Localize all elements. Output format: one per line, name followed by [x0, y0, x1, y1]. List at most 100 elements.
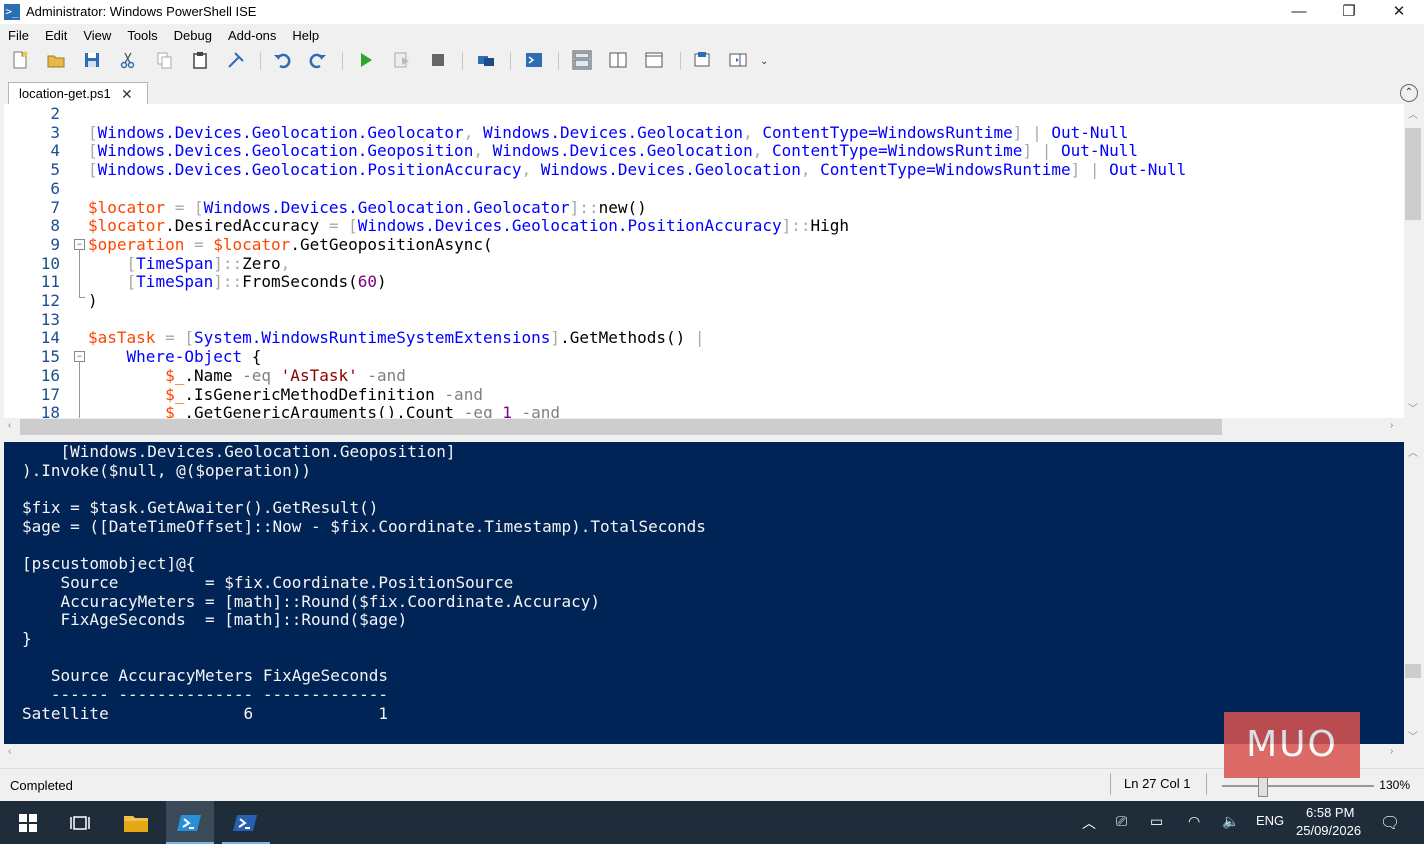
line-number: 7 [50, 197, 60, 217]
window-title: Administrator: Windows PowerShell ISE [26, 4, 257, 19]
battery-icon[interactable]: ▭ [1150, 813, 1163, 830]
powershell-ise-icon[interactable] [166, 801, 214, 844]
tab-label: location-get.ps1 [19, 86, 111, 101]
menu-file[interactable]: File [0, 26, 37, 46]
menu-edit[interactable]: Edit [37, 26, 75, 46]
powershell-ise-app-icon: >_ [4, 4, 20, 20]
show-hidden-icons-icon[interactable]: ︿ [1082, 813, 1096, 833]
console-vertical-scrollbar[interactable]: ︿ ﹀ [1404, 442, 1422, 744]
console-pane[interactable]: [Windows.Devices.Geolocation.Geoposition… [4, 442, 1404, 744]
powershell-icon[interactable] [222, 801, 270, 844]
line-number: 15 [40, 347, 60, 367]
menu-debug[interactable]: Debug [166, 26, 220, 46]
code-line-8: $locator.DesiredAccuracy = [Windows.Devi… [88, 216, 850, 236]
zoom-level: 130% [1379, 778, 1410, 792]
touch-keyboard-icon[interactable]: ⎚ [1116, 813, 1127, 830]
zoom-slider[interactable] [1222, 785, 1374, 787]
line-number: 4 [50, 141, 60, 161]
code-line-17: $_.IsGenericMethodDefinition -and [165, 384, 483, 404]
code-line-10: [TimeSpan]::Zero, [126, 253, 291, 273]
taskbar: ︿ ⎚ ▭ ◠ 🔈 ENG 6:58 PM 25/09/2026 🗨 [0, 801, 1424, 844]
console-line: AccuracyMeters = [math]::Round($fix.Coor… [22, 591, 600, 611]
status-text: Completed [10, 778, 73, 793]
fold-toggle-icon[interactable]: − [74, 239, 85, 250]
new-file-icon[interactable] [10, 50, 30, 70]
status-divider [1110, 773, 1111, 795]
editor-vertical-scroll-thumb[interactable] [1405, 128, 1421, 220]
notifications-icon[interactable]: 🗨 [1380, 813, 1400, 833]
console-horizontal-scrollbar[interactable]: ‹ › [4, 744, 1404, 762]
clock-date[interactable]: 25/09/2026 [1296, 823, 1361, 838]
run-script-icon[interactable] [356, 50, 376, 70]
menu-bar: File Edit View Tools Debug Add-ons Help [0, 26, 1424, 46]
wifi-icon[interactable]: ◠ [1188, 813, 1200, 830]
language-indicator[interactable]: ENG [1256, 813, 1284, 828]
minimize-button[interactable]: — [1274, 0, 1324, 24]
fold-guide [79, 362, 80, 418]
open-folder-icon[interactable] [46, 50, 66, 70]
line-number: 17 [40, 384, 60, 404]
code-line-14: $asTask = [System.WindowsRuntimeSystemEx… [88, 328, 705, 348]
line-number: 6 [50, 178, 60, 198]
script-pane-right-icon[interactable] [608, 50, 628, 70]
console-line: $fix = $task.GetAwaiter().GetResult() [22, 498, 379, 518]
console-line: FixAgeSeconds = [math]::Round($age) [22, 610, 408, 630]
collapse-script-pane-icon[interactable]: ⌃ [1400, 84, 1418, 102]
volume-icon[interactable]: 🔈 [1222, 813, 1239, 830]
editor-horizontal-scroll-thumb[interactable] [20, 419, 1222, 435]
console-vertical-scroll-thumb[interactable] [1405, 664, 1421, 678]
undo-icon[interactable] [272, 50, 292, 70]
script-editor[interactable]: 2 3 4 5 6 7 8 9 10 11 12 13 14 15 16 17 … [4, 104, 1404, 418]
close-tab-icon[interactable]: ✕ [121, 83, 133, 105]
toolbar-separator [680, 52, 681, 70]
code-line-5: [Windows.Devices.Geolocation.PositionAcc… [88, 160, 1187, 180]
menu-help[interactable]: Help [284, 26, 327, 46]
line-number: 3 [50, 122, 60, 142]
toolbar-separator [558, 52, 559, 70]
fold-guide [79, 250, 80, 298]
redo-icon[interactable] [308, 50, 328, 70]
copy-icon[interactable] [154, 50, 174, 70]
toolbar-overflow-icon[interactable]: ⌄ [760, 56, 768, 67]
task-view-icon[interactable] [56, 801, 104, 844]
script-pane-maximized-icon[interactable] [644, 50, 664, 70]
line-number: 2 [50, 104, 60, 123]
run-selection-icon[interactable] [392, 50, 412, 70]
code-line-12: ) [88, 291, 98, 310]
show-command-addon-icon[interactable] [728, 50, 748, 70]
line-number: 14 [40, 328, 60, 348]
line-number: 18 [40, 403, 60, 418]
tab-location-get[interactable]: location-get.ps1 ✕ [8, 82, 148, 105]
stop-operation-icon[interactable] [428, 50, 448, 70]
fold-toggle-icon[interactable]: − [74, 351, 85, 362]
toolbar: ⌄ [0, 46, 1424, 76]
line-number: 13 [40, 309, 60, 329]
paste-icon[interactable] [190, 50, 210, 70]
start-powershell-icon[interactable] [524, 50, 544, 70]
remote-powershell-icon[interactable] [476, 50, 496, 70]
code-line-3: [Windows.Devices.Geolocation.Geolocator,… [88, 122, 1129, 142]
line-number: 11 [40, 272, 60, 292]
menu-tools[interactable]: Tools [119, 26, 165, 46]
maximize-button[interactable]: ❐ [1324, 0, 1374, 24]
clock-time[interactable]: 6:58 PM [1306, 805, 1354, 820]
show-command-window-icon[interactable] [692, 50, 712, 70]
console-line: $age = ([DateTimeOffset]::Now - $fix.Coo… [22, 516, 706, 536]
zoom-slider-handle[interactable] [1258, 777, 1268, 797]
console-output-row: Satellite 6 1 [22, 703, 389, 723]
tab-strip: location-get.ps1 ✕ [0, 80, 1424, 105]
windows-icon[interactable] [4, 801, 52, 844]
status-divider [1206, 773, 1207, 795]
menu-view[interactable]: View [75, 26, 119, 46]
menu-addons[interactable]: Add-ons [220, 26, 284, 46]
cut-icon[interactable] [118, 50, 138, 70]
line-number: 16 [40, 365, 60, 385]
code-line-4: [Windows.Devices.Geolocation.Geoposition… [88, 141, 1139, 161]
clear-console-icon[interactable] [226, 50, 246, 70]
save-icon[interactable] [82, 50, 102, 70]
script-pane-top-icon[interactable] [572, 50, 592, 70]
line-number: 5 [50, 160, 60, 180]
close-button[interactable]: ✕ [1374, 0, 1424, 24]
file-explorer-icon[interactable] [112, 801, 160, 844]
code-line-15: Where-Object { [126, 347, 262, 367]
